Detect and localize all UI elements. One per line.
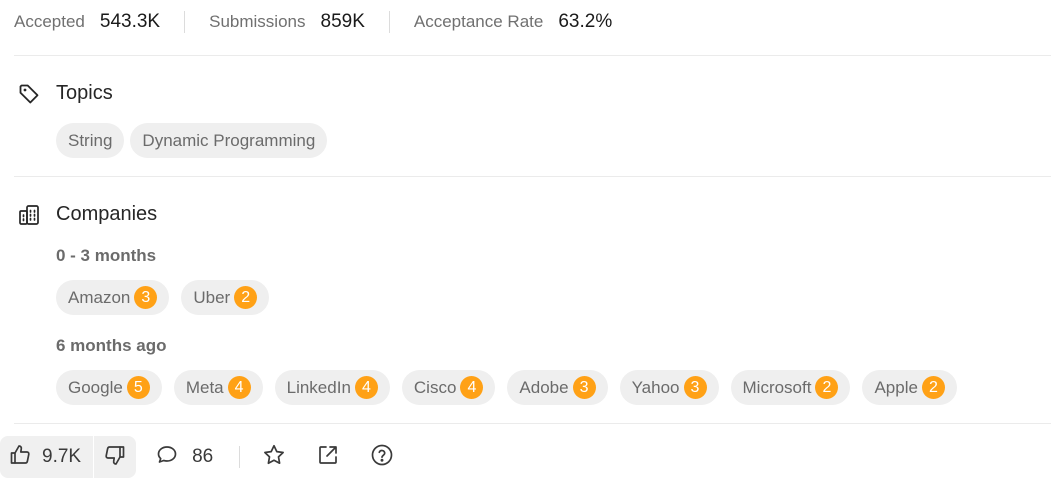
company-tag-uber[interactable]: Uber 2 [181, 280, 270, 315]
like-count: 9.7K [42, 446, 82, 467]
submissions-stat: Submissions 859K [209, 11, 365, 33]
comments-button[interactable]: 86 [156, 436, 213, 478]
submission-stats: Accepted 543.3K Submissions 859K Accepta… [14, 0, 612, 44]
company-tag-linkedin[interactable]: LinkedIn 4 [274, 370, 390, 405]
thumbs-down-icon [103, 443, 127, 472]
company-name: Yahoo [631, 377, 680, 397]
frequency-badge: 3 [683, 376, 707, 399]
company-tags-recent: Amazon 3 Uber 2 [56, 280, 281, 315]
stat-divider [184, 11, 186, 33]
help-icon [370, 443, 394, 472]
accepted-label: Accepted [14, 12, 85, 31]
company-name: LinkedIn [286, 377, 351, 397]
topics-header[interactable]: Topics [18, 82, 113, 105]
star-icon [262, 443, 286, 472]
frequency-badge: 3 [572, 376, 596, 399]
company-name: Adobe [519, 377, 569, 397]
company-name: Cisco [413, 377, 457, 397]
frequency-badge: 5 [126, 376, 150, 399]
company-name: Apple [874, 377, 918, 397]
period-label: 6 months ago [56, 336, 167, 355]
frequency-badge: 4 [460, 376, 484, 399]
acceptance-rate-label: Acceptance Rate [413, 12, 544, 31]
company-tag-meta[interactable]: Meta 4 [173, 370, 263, 405]
frequency-badge: 2 [921, 376, 945, 399]
frequency-badge: 2 [815, 376, 839, 399]
companies-title: Companies [56, 203, 158, 225]
frequency-badge: 3 [134, 286, 158, 309]
section-divider [14, 55, 1051, 56]
topics-title: Topics [56, 82, 113, 104]
share-icon [316, 443, 340, 472]
toolbar-divider [239, 446, 241, 468]
help-button[interactable] [370, 436, 394, 478]
company-name: Uber [193, 287, 231, 307]
company-tag-adobe[interactable]: Adobe 3 [507, 370, 608, 405]
tag-icon [18, 83, 40, 105]
share-button[interactable] [316, 436, 340, 478]
company-name: Microsoft [742, 377, 812, 397]
topic-tags: String Dynamic Programming [56, 123, 333, 158]
accepted-value: 543.3K [99, 11, 161, 32]
company-tag-apple[interactable]: Apple 2 [862, 370, 957, 405]
acceptance-rate-stat: Acceptance Rate 63.2% [414, 11, 612, 33]
company-tag-amazon[interactable]: Amazon 3 [56, 280, 170, 315]
submissions-label: Submissions [209, 12, 306, 31]
companies-header[interactable]: Companies [18, 203, 157, 226]
section-divider [14, 423, 1051, 424]
comment-count: 86 [192, 446, 214, 467]
topic-tag[interactable]: Dynamic Programming [130, 123, 328, 158]
submissions-value: 859K [320, 11, 365, 32]
action-bar: 9.7K 86 [0, 436, 394, 478]
accepted-stat: Accepted 543.3K [14, 11, 160, 33]
building-icon [18, 204, 40, 226]
company-tag-google[interactable]: Google 5 [56, 370, 162, 405]
company-tag-cisco[interactable]: Cisco 4 [401, 370, 496, 405]
favorite-button[interactable] [262, 436, 286, 478]
section-divider [14, 176, 1051, 177]
company-tags-older: Google 5 Meta 4 LinkedIn 4 Cisco 4 Adobe… [56, 370, 969, 405]
acceptance-rate-value: 63.2% [558, 11, 613, 32]
company-name: Amazon [68, 287, 131, 307]
thumbs-up-icon [8, 443, 32, 472]
period-label: 0 - 3 months [56, 246, 157, 265]
frequency-badge: 4 [227, 376, 251, 399]
dislike-button[interactable] [94, 436, 136, 478]
company-name: Google [68, 377, 123, 397]
like-button[interactable]: 9.7K [0, 436, 93, 478]
vote-group: 9.7K [0, 436, 137, 478]
frequency-badge: 2 [234, 286, 258, 309]
company-name: Meta [185, 377, 224, 397]
stat-divider [388, 11, 390, 33]
topic-tag[interactable]: String [56, 123, 125, 158]
frequency-badge: 4 [354, 376, 378, 399]
company-tag-microsoft[interactable]: Microsoft 2 [730, 370, 851, 405]
comment-icon [156, 444, 178, 471]
company-tag-yahoo[interactable]: Yahoo 3 [619, 370, 719, 405]
